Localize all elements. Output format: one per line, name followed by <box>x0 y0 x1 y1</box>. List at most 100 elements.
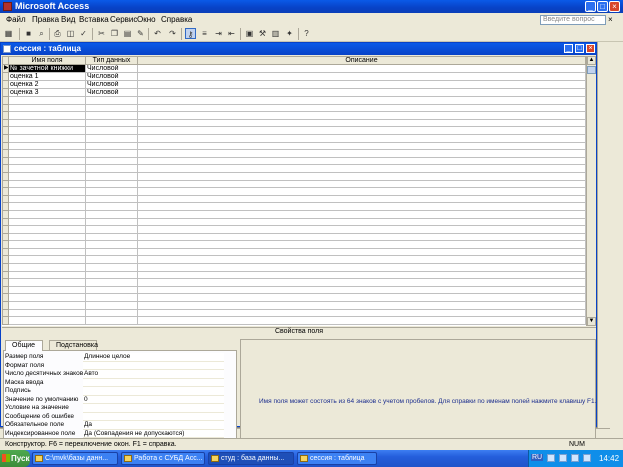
tray-icon[interactable] <box>547 454 555 462</box>
property-value[interactable] <box>83 404 224 413</box>
database-window-icon[interactable]: ▥ <box>270 28 281 39</box>
description-cell[interactable] <box>137 263 586 272</box>
data-type-cell[interactable] <box>85 217 138 227</box>
table-row[interactable] <box>2 156 586 166</box>
table-row[interactable] <box>2 240 586 249</box>
data-type-cell[interactable] <box>85 187 138 196</box>
data-type-cell[interactable] <box>85 111 138 120</box>
data-type-cell[interactable] <box>85 240 138 249</box>
data-type-cell[interactable] <box>85 164 138 173</box>
table-row[interactable] <box>2 232 586 242</box>
table-row[interactable] <box>2 141 586 151</box>
description-cell[interactable] <box>137 232 586 242</box>
table-row[interactable] <box>2 126 586 135</box>
table-row[interactable]: оценка 2 Числовой <box>2 80 586 89</box>
format-painter-icon[interactable]: ✎ <box>135 28 146 39</box>
data-type-cell[interactable] <box>85 316 138 325</box>
data-type-cell[interactable] <box>85 141 138 151</box>
data-type-cell[interactable] <box>85 225 138 234</box>
undo-icon[interactable]: ↶ <box>152 28 163 39</box>
property-value[interactable]: Да (Совпадения не допускаются) <box>83 429 224 438</box>
field-name-cell[interactable] <box>8 156 86 166</box>
description-cell[interactable] <box>137 301 586 310</box>
preview-icon[interactable]: ◫ <box>65 28 76 39</box>
description-cell[interactable] <box>137 270 586 280</box>
table-row[interactable] <box>2 202 586 211</box>
table-row[interactable] <box>2 285 586 295</box>
data-type-cell[interactable] <box>85 194 138 204</box>
field-name-cell[interactable]: оценка 3 <box>8 88 86 97</box>
menu-insert[interactable]: Вставка <box>79 15 109 24</box>
field-name-cell[interactable] <box>8 255 86 265</box>
data-type-cell[interactable] <box>85 118 138 128</box>
table-row[interactable] <box>2 278 586 287</box>
field-name-cell[interactable] <box>8 240 86 249</box>
data-type-cell[interactable]: Числовой <box>85 64 138 73</box>
child-minimize-button[interactable]: _ <box>564 44 573 53</box>
tray-icon[interactable] <box>559 454 567 462</box>
data-type-cell[interactable] <box>85 209 138 219</box>
close-button[interactable]: × <box>609 1 620 12</box>
field-name-cell[interactable]: № зачетной книжки <box>8 64 86 73</box>
table-row[interactable] <box>2 149 586 158</box>
view-icon[interactable]: ▦ <box>3 28 14 39</box>
table-row[interactable] <box>2 301 586 310</box>
property-value[interactable] <box>83 387 224 396</box>
field-name-cell[interactable] <box>8 133 86 143</box>
print-icon[interactable]: ⎙ <box>52 28 63 39</box>
description-cell[interactable] <box>137 202 586 211</box>
description-cell[interactable] <box>137 88 586 97</box>
description-cell[interactable] <box>137 72 586 81</box>
network-icon[interactable] <box>583 454 591 462</box>
field-name-cell[interactable] <box>8 308 86 318</box>
field-name-cell[interactable] <box>8 293 86 303</box>
description-cell[interactable] <box>137 209 586 219</box>
table-row[interactable]: оценка 3 Числовой <box>2 88 586 97</box>
row-selector[interactable]: ▶ <box>2 64 9 73</box>
field-name-cell[interactable] <box>8 301 86 310</box>
field-name-cell[interactable] <box>8 278 86 287</box>
table-row[interactable] <box>2 164 586 173</box>
property-value[interactable] <box>83 361 224 370</box>
table-row[interactable] <box>2 316 586 325</box>
description-cell[interactable] <box>137 187 586 196</box>
property-value[interactable]: Длинное целое <box>83 353 224 362</box>
menu-tools[interactable]: Сервис <box>110 15 137 24</box>
data-type-cell[interactable] <box>85 270 138 280</box>
table-row[interactable] <box>2 255 586 265</box>
cut-icon[interactable]: ✂ <box>96 28 107 39</box>
data-type-cell[interactable]: Числовой <box>85 88 138 97</box>
data-type-cell[interactable] <box>85 285 138 295</box>
copy-icon[interactable]: ❐ <box>109 28 120 39</box>
field-name-cell[interactable] <box>8 194 86 204</box>
property-value[interactable]: Авто <box>83 370 224 379</box>
field-name-cell[interactable] <box>8 141 86 151</box>
description-cell[interactable] <box>137 240 586 249</box>
table-row[interactable] <box>2 133 586 143</box>
data-type-cell[interactable] <box>85 293 138 303</box>
grid-vertical-scrollbar[interactable]: ▲ ▼ <box>586 56 596 326</box>
description-cell[interactable] <box>137 285 586 295</box>
data-type-cell[interactable] <box>85 232 138 242</box>
table-row[interactable] <box>2 111 586 120</box>
data-type-cell[interactable] <box>85 247 138 257</box>
data-type-cell[interactable] <box>85 126 138 135</box>
field-name-cell[interactable] <box>8 316 86 325</box>
description-cell[interactable] <box>137 255 586 265</box>
build-icon[interactable]: ⚒ <box>257 28 268 39</box>
description-cell[interactable] <box>137 225 586 234</box>
data-type-cell[interactable] <box>85 278 138 287</box>
description-cell[interactable] <box>137 247 586 257</box>
taskbar-item-table[interactable]: сессия : таблица <box>297 452 377 465</box>
field-name-cell[interactable] <box>8 285 86 295</box>
save-icon[interactable]: ■ <box>23 28 34 39</box>
field-name-cell[interactable]: оценка 2 <box>8 80 86 89</box>
insert-rows-icon[interactable]: ⇥ <box>213 28 224 39</box>
field-name-cell[interactable] <box>8 164 86 173</box>
data-type-cell[interactable] <box>85 308 138 318</box>
child-close-button[interactable]: × <box>586 44 595 53</box>
table-row[interactable] <box>2 270 586 280</box>
maximize-button[interactable]: □ <box>597 1 608 12</box>
menu-window[interactable]: Окно <box>137 15 156 24</box>
table-row[interactable] <box>2 187 586 196</box>
